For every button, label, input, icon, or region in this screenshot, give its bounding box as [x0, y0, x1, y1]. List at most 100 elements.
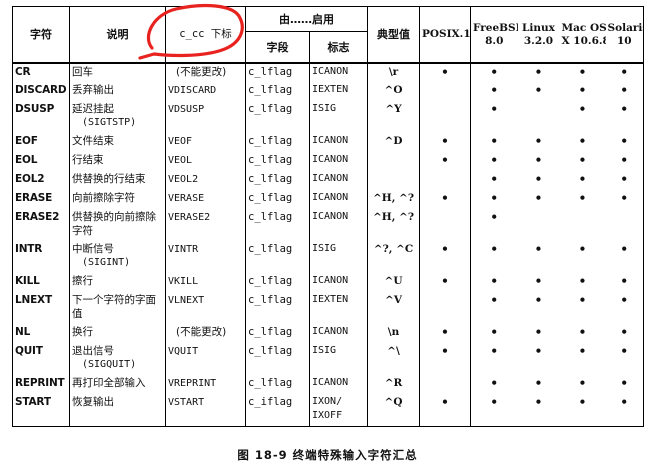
cell-c-cc: (不能更改): [165, 63, 246, 82]
cell-flag: ICANON: [309, 63, 368, 82]
cell-c-cc-name: VLNEXT: [168, 295, 205, 306]
cell-freebsd: •: [470, 292, 518, 324]
cell-field: c_lflag: [245, 241, 310, 273]
cell-linux: •: [534, 293, 543, 307]
cell-typical: [367, 171, 420, 190]
cell-posix: •: [419, 273, 471, 292]
header-flag: 标志: [309, 31, 368, 64]
cell-posix: [419, 82, 471, 101]
cell-c-cc-note: [204, 294, 212, 306]
cell-c-cc-note: [192, 135, 200, 147]
header-c-cc: c_cc 下标: [165, 6, 246, 64]
cell-solaris: •: [605, 375, 644, 394]
cell-typical: ^D: [367, 133, 420, 152]
header-macos-ver: X 10.6.8: [561, 34, 606, 47]
header-char: 字符: [12, 6, 70, 64]
cell-field: c_iflag: [245, 394, 310, 427]
cell-c-cc-name: VEOL: [168, 155, 193, 166]
cell-typical: ^O: [367, 82, 420, 101]
cell-flag: ICANON: [309, 190, 368, 209]
cell-field: c_lflag: [245, 375, 310, 394]
cell-linux: [518, 209, 560, 241]
cell-desc-text: 回车: [72, 66, 93, 78]
cell-field: c_lflag: [245, 324, 310, 343]
cell-typical: ^?, ^C: [367, 241, 420, 273]
cell-linux: •: [534, 191, 543, 205]
cell-desc: 文件结束: [69, 133, 166, 152]
cell-c-cc-note: [198, 275, 206, 287]
cell-field: c_lflag: [245, 209, 310, 241]
header-posix: POSIX.1: [419, 6, 471, 64]
cell-char: DSUSP: [12, 101, 70, 133]
table-row: EOF 文件结束 VEOF c_lflag ICANON ^D • • • • •: [12, 133, 644, 152]
table-row: START 恢复输出 VSTART c_iflag IXON/ IXOFF ^Q • • • • •: [12, 394, 644, 427]
cell-macos: •: [578, 83, 587, 97]
cell-field: c_lflag: [245, 171, 310, 190]
cell-c-cc: VEOL2: [165, 171, 246, 190]
cell-macos: •: [578, 242, 587, 256]
cell-c-cc: VREPRINT: [165, 375, 246, 394]
cell-posix: [419, 375, 471, 394]
cell-desc-text: 下一个字符的字面值: [72, 294, 156, 320]
cell-c-cc-note: [198, 173, 206, 185]
cell-c-cc-note: [192, 154, 200, 166]
cell-c-cc-note: [216, 84, 224, 96]
cell-c-cc: VERASE: [165, 190, 246, 209]
cell-flag: IXON/ IXOFF: [309, 394, 368, 427]
cell-c-cc-name: VEOL2: [168, 174, 199, 185]
cell-desc-text: 文件结束: [72, 135, 114, 147]
cell-typical: ^V: [367, 292, 420, 324]
cell-posix: [419, 292, 471, 324]
header-linux: Linux 3.2.0: [517, 6, 560, 64]
cell-desc: 恢复输出: [69, 394, 166, 427]
cell-typical: ^U: [367, 273, 420, 292]
cell-typical: [367, 152, 420, 171]
header-solaris-name: Solaris: [607, 21, 643, 34]
header-solaris: Solaris 10: [605, 6, 644, 64]
cell-c-cc: VINTR: [165, 241, 246, 273]
cell-flag: IEXTEN: [309, 292, 368, 324]
cell-freebsd: •: [470, 375, 518, 394]
cell-solaris: •: [605, 171, 644, 190]
cell-typical: ^R: [367, 375, 420, 394]
cell-linux: •: [534, 376, 543, 390]
cell-linux: •: [534, 274, 543, 288]
cell-solaris: •: [605, 152, 644, 171]
header-freebsd-name: FreeBSD: [473, 21, 518, 34]
cell-flag: ICANON: [309, 171, 368, 190]
cell-char: EOF: [12, 133, 70, 152]
cell-solaris: •: [605, 343, 644, 375]
cell-desc-text: 行结束: [72, 154, 104, 166]
table-row: INTR 中断信号 (SIGINT) VINTR c_lflag ISIG ^?, ^C • •…: [12, 241, 644, 273]
cell-desc-text: 延迟挂起: [72, 103, 114, 115]
cell-field: c_lflag: [245, 82, 310, 101]
cell-typical: ^H, ^?: [367, 209, 420, 241]
cell-c-cc-note: (不能更改): [176, 326, 227, 338]
cell-desc-text: 供替换的行结束: [72, 173, 146, 185]
cell-char: LNEXT: [12, 292, 70, 324]
table-row: ERASE2 供替换的向前擦除字符 VERASE2 c_lflag ICANON ^H, …: [12, 209, 644, 241]
cell-field: c_lflag: [245, 63, 310, 82]
cell-c-cc-name: VSTART: [168, 397, 205, 408]
cell-solaris: •: [605, 101, 644, 133]
cell-macos: •: [578, 102, 587, 116]
header-freebsd: FreeBSD 8.0: [470, 6, 518, 64]
cell-char: QUIT: [12, 343, 70, 375]
cell-c-cc-name: VERASE: [168, 193, 205, 204]
table-row: EOL2 供替换的行结束 VEOL2 c_lflag ICANON • • • •: [12, 171, 644, 190]
cell-flag: ICANON: [309, 273, 368, 292]
cell-linux: •: [534, 65, 543, 79]
cell-freebsd: •: [470, 63, 518, 82]
cell-c-cc-note: [204, 103, 212, 115]
cell-c-cc: VLNEXT: [165, 292, 246, 324]
cell-solaris: •: [605, 82, 644, 101]
cell-c-cc: VKILL: [165, 273, 246, 292]
cell-solaris: •: [605, 324, 644, 343]
cell-linux: •: [534, 344, 543, 358]
cell-linux: •: [534, 134, 543, 148]
cell-linux: [518, 101, 560, 133]
cell-solaris: •: [605, 241, 644, 273]
cell-posix: •: [419, 190, 471, 209]
cell-c-cc-name: VDISCARD: [168, 85, 217, 96]
cell-flag: ICANON: [309, 152, 368, 171]
